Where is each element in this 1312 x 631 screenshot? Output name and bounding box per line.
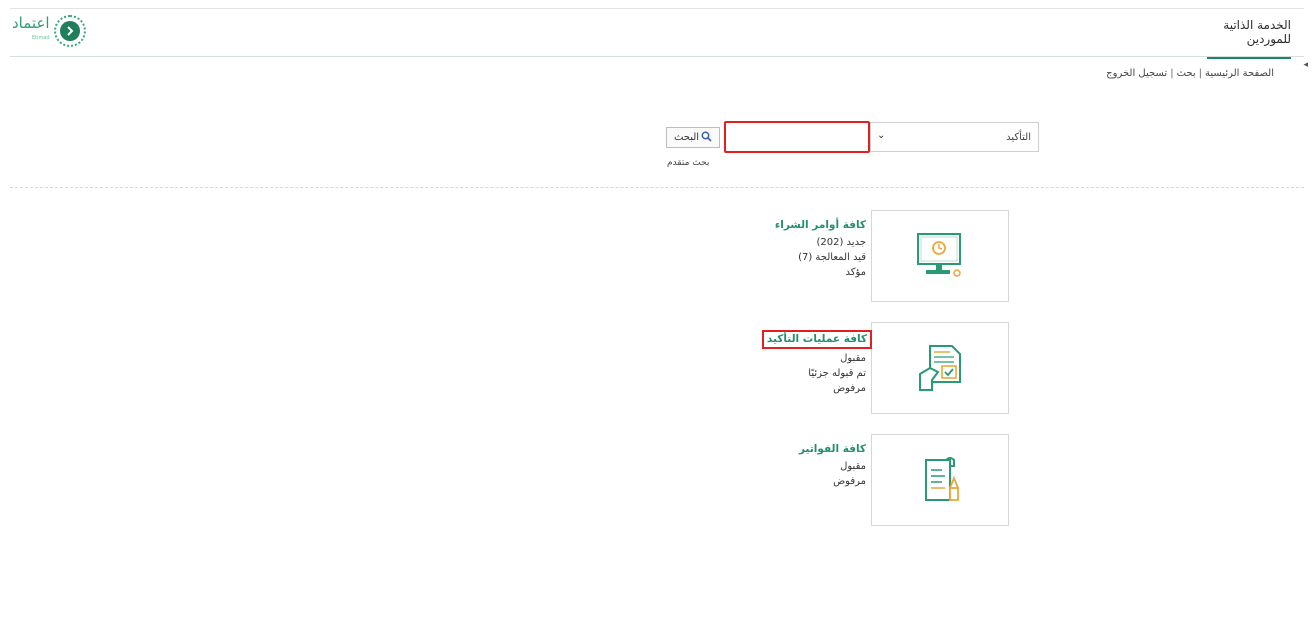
confirmations-accepted-link[interactable]: مقبول: [706, 351, 866, 366]
search-type-selected: التأكيد: [1006, 131, 1031, 143]
search-type-select[interactable]: التأكيد ⌄: [870, 122, 1039, 152]
search-icon: [701, 131, 712, 145]
collapse-arrow-icon[interactable]: ◂: [1303, 60, 1308, 70]
confirmations-title[interactable]: كافة عمليات التأكيد: [761, 330, 872, 349]
logo-wordmark: اعتماد Etimad: [12, 16, 50, 46]
top-border: [10, 8, 1304, 9]
search-button[interactable]: البحث: [666, 127, 720, 148]
header-divider: [10, 56, 1304, 57]
purchase-orders-card: كافة أوامر الشراء جديد (202) قيد المعالج…: [706, 218, 866, 280]
search-button-label: البحث: [673, 132, 700, 143]
purchase-orders-confirmed-link[interactable]: مؤكد: [706, 265, 866, 280]
invoices-title[interactable]: كافة الفواتير: [706, 442, 866, 457]
tab-supplier-self-service[interactable]: الخدمة الذاتية للموردين: [1207, 18, 1291, 59]
invoices-card: كافة الفواتير مقبول مرفوض: [706, 442, 866, 489]
breadcrumb-separator: |: [1198, 68, 1202, 79]
chevron-down-icon: ⌄: [877, 130, 886, 141]
etimad-logo[interactable]: اعتماد Etimad: [12, 15, 86, 47]
logo-text: اعتماد: [12, 14, 50, 32]
breadcrumb-separator: |: [1170, 68, 1174, 79]
logo-emblem-icon: [53, 15, 86, 47]
confirmations-card-image[interactable]: [871, 322, 1009, 414]
advanced-search-link[interactable]: بحث متقدم: [667, 158, 709, 168]
confirmations-card: كافة عمليات التأكيد مقبول تم قبوله جزئيً…: [706, 330, 872, 396]
invoices-accepted-link[interactable]: مقبول: [706, 459, 866, 474]
logo-subtext: Etimad: [31, 35, 50, 41]
confirmations-rejected-link[interactable]: مرفوض: [706, 381, 866, 396]
invoices-rejected-link[interactable]: مرفوض: [706, 474, 866, 489]
section-divider: [10, 187, 1304, 188]
breadcrumb: الصفحة الرئيسية|بحث|تسجيل الخروج: [1106, 68, 1274, 79]
invoices-card-image[interactable]: [871, 434, 1009, 526]
purchase-orders-card-image[interactable]: [871, 210, 1009, 302]
purchase-orders-title[interactable]: كافة أوامر الشراء: [706, 218, 866, 233]
confirmation-document-icon: [919, 345, 961, 391]
purchase-orders-new-link[interactable]: جديد (202): [706, 235, 866, 250]
purchase-orders-processing-link[interactable]: قيد المعالجة (7): [706, 250, 866, 265]
breadcrumb-home-link[interactable]: الصفحة الرئيسية: [1205, 68, 1274, 79]
breadcrumb-logout-link[interactable]: تسجيل الخروج: [1106, 68, 1167, 79]
invoice-document-icon: [925, 457, 959, 501]
breadcrumb-search-link[interactable]: بحث: [1177, 68, 1196, 79]
search-input[interactable]: [724, 121, 870, 153]
confirmations-partially-accepted-link[interactable]: تم قبوله جزئيًا: [706, 366, 866, 381]
computer-purchase-order-icon: [917, 233, 961, 277]
